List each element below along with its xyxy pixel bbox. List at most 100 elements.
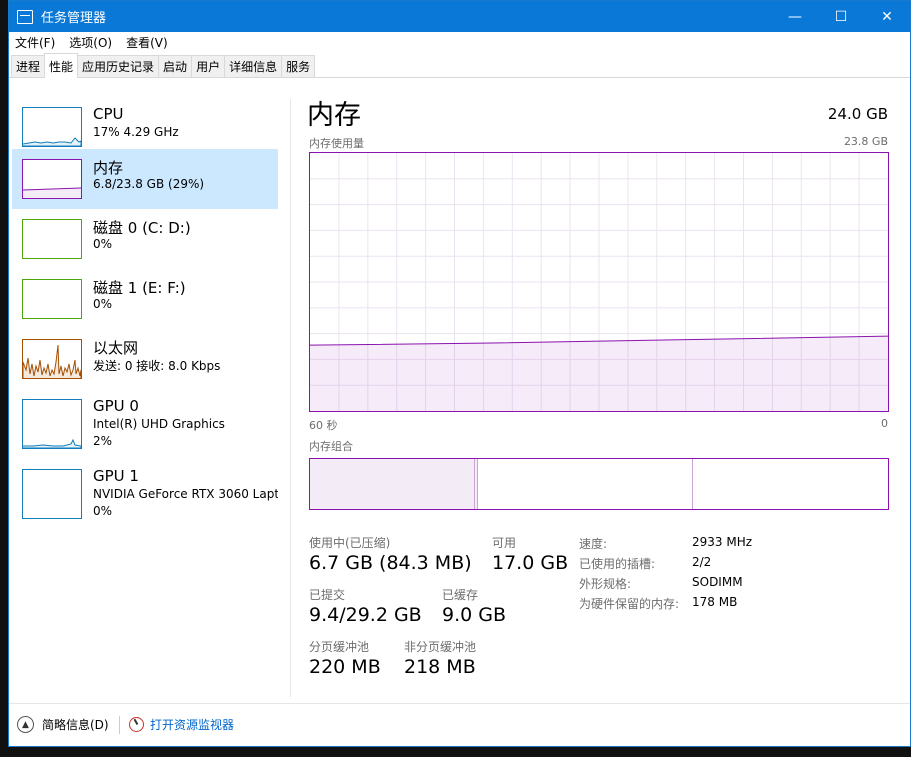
sidebar-item-title: 内存 — [93, 159, 124, 177]
fewer-details-label: 简略信息(D) — [42, 718, 109, 732]
close-button[interactable]: ✕ — [864, 1, 910, 32]
sidebar-item-utilization: 2% — [93, 434, 113, 448]
gpu-0-thumbnail-graph — [22, 399, 82, 449]
memory-usage-max: 23.8 GB — [843, 135, 888, 148]
nonpaged-pool-label: 非分页缓冲池 — [404, 640, 477, 654]
memory-sparkline — [23, 187, 81, 198]
composition-in-use — [310, 459, 475, 509]
footer-bar: ▲ 简略信息(D) 打开资源监视器 — [9, 703, 910, 747]
paged-pool-value: 220 MB — [309, 656, 381, 678]
page-title: 内存 — [307, 100, 361, 131]
sidebar-item-disk-0[interactable]: 磁盘 0 (C: D:) 0% — [12, 209, 278, 269]
sidebar-item-detail: 6.8/23.8 GB (29%) — [93, 177, 205, 191]
tab-app-history[interactable]: 应用历史记录 — [77, 55, 160, 77]
slots-value: 2/2 — [692, 555, 712, 569]
form-factor-label: 外形规格: — [579, 577, 632, 591]
tab-processes[interactable]: 进程 — [11, 55, 46, 77]
sidebar-item-title: 以太网 — [93, 339, 139, 357]
tab-startup[interactable]: 启动 — [158, 55, 193, 77]
memory-composition-label: 内存组合 — [309, 440, 353, 453]
memory-usage-graph — [309, 152, 889, 412]
composition-standby — [478, 459, 693, 509]
available-value: 17.0 GB — [492, 552, 569, 574]
sidebar-item-detail: 0% — [93, 297, 113, 311]
open-resource-monitor-label: 打开资源监视器 — [150, 718, 235, 732]
nonpaged-pool-value: 218 MB — [404, 656, 476, 678]
sidebar-item-title: CPU — [93, 105, 124, 123]
form-factor-value: SODIMM — [692, 575, 743, 589]
cached-label: 已缓存 — [442, 588, 479, 602]
speed-label: 速度: — [579, 537, 608, 551]
disk-1-thumbnail-graph — [22, 279, 82, 319]
tab-users[interactable]: 用户 — [191, 55, 226, 77]
resource-monitor-icon — [129, 717, 144, 732]
title-bar[interactable]: 任务管理器 — ☐ ✕ — [9, 1, 910, 32]
sidebar-item-title: GPU 1 — [93, 467, 139, 485]
ethernet-sparkline — [23, 344, 81, 378]
sidebar-item-detail: NVIDIA GeForce RTX 3060 Laptop — [93, 487, 278, 501]
sidebar-item-ethernet[interactable]: 以太网 发送: 0 接收: 8.0 Kbps — [12, 329, 278, 389]
slots-label: 已使用的插槽: — [579, 557, 656, 571]
paged-pool-label: 分页缓冲池 — [309, 640, 370, 654]
sidebar-item-title: 磁盘 0 (C: D:) — [93, 219, 191, 237]
sidebar-item-gpu-0[interactable]: GPU 0 Intel(R) UHD Graphics 2% — [12, 389, 278, 459]
footer-separator — [119, 716, 120, 734]
chevron-up-icon: ▲ — [17, 716, 34, 733]
tab-services[interactable]: 服务 — [281, 55, 316, 77]
sidebar-item-disk-1[interactable]: 磁盘 1 (E: F:) 0% — [12, 269, 278, 329]
gpu-1-thumbnail-graph — [22, 469, 82, 519]
sidebar-item-detail: Intel(R) UHD Graphics — [93, 417, 225, 431]
memory-composition-bar — [309, 458, 889, 510]
window-controls: — ☐ ✕ — [772, 1, 910, 32]
desktop-background-bottom — [0, 747, 911, 757]
speed-value: 2933 MHz — [692, 535, 753, 549]
gpu-0-sparkline — [23, 438, 81, 448]
sidebar-item-cpu[interactable]: CPU 17% 4.29 GHz — [12, 97, 278, 157]
menu-file[interactable]: 文件(F) — [15, 34, 55, 51]
desktop-background — [0, 0, 8, 757]
available-label: 可用 — [492, 536, 517, 550]
pane-divider[interactable] — [290, 99, 291, 697]
cpu-sparkline — [23, 137, 81, 146]
graph-time-start: 60 秒 — [309, 419, 338, 432]
menu-bar: 文件(F) 选项(O) 查看(V) — [9, 32, 910, 52]
disk-0-thumbnail-graph — [22, 219, 82, 259]
open-resource-monitor-link[interactable]: 打开资源监视器 — [129, 716, 234, 733]
menu-options[interactable]: 选项(O) — [69, 34, 112, 51]
sidebar-item-detail: 17% 4.29 GHz — [93, 125, 179, 139]
tab-performance[interactable]: 性能 — [44, 53, 79, 78]
total-memory: 24.0 GB — [827, 105, 888, 123]
composition-free — [693, 459, 888, 509]
memory-usage-area — [310, 336, 888, 411]
task-manager-window: 任务管理器 — ☐ ✕ 文件(F) 选项(O) 查看(V) 进程 性能 应用历史… — [8, 0, 911, 747]
tab-details[interactable]: 详细信息 — [224, 55, 283, 77]
graph-time-end: 0 — [881, 417, 888, 430]
resource-sidebar: CPU 17% 4.29 GHz 内存 6.8/23.8 GB (29%) 磁盘… — [12, 97, 280, 697]
memory-usage-label: 内存使用量 — [309, 137, 364, 150]
memory-usage-chart — [309, 153, 889, 411]
sidebar-item-detail: 发送: 0 接收: 8.0 Kbps — [93, 359, 221, 373]
sidebar-item-memory[interactable]: 内存 6.8/23.8 GB (29%) — [12, 149, 278, 209]
committed-label: 已提交 — [309, 588, 346, 602]
window-title: 任务管理器 — [41, 11, 107, 26]
hardware-reserved-label: 为硬件保留的内存: — [579, 597, 680, 611]
sidebar-item-utilization: 0% — [93, 504, 113, 518]
in-use-value: 6.7 GB (84.3 MB) — [309, 552, 472, 574]
menu-view[interactable]: 查看(V) — [126, 34, 168, 51]
tab-bar: 进程 性能 应用历史记录 启动 用户 详细信息 服务 — [9, 52, 910, 78]
sidebar-item-detail: 0% — [93, 237, 113, 251]
memory-thumbnail-graph — [22, 159, 82, 199]
minimize-button[interactable]: — — [772, 1, 818, 32]
cached-value: 9.0 GB — [442, 604, 507, 626]
committed-value: 9.4/29.2 GB — [309, 604, 422, 626]
maximize-button[interactable]: ☐ — [818, 1, 864, 32]
hardware-reserved-value: 178 MB — [692, 595, 738, 609]
fewer-details-button[interactable]: ▲ 简略信息(D) — [17, 716, 109, 733]
cpu-thumbnail-graph — [22, 107, 82, 147]
sidebar-item-title: GPU 0 — [93, 397, 139, 415]
in-use-label: 使用中(已压缩) — [309, 536, 391, 550]
sidebar-item-title: 磁盘 1 (E: F:) — [93, 279, 186, 297]
sidebar-item-gpu-1[interactable]: GPU 1 NVIDIA GeForce RTX 3060 Laptop 0% — [12, 459, 278, 529]
ethernet-thumbnail-graph — [22, 339, 82, 379]
task-manager-icon — [17, 9, 33, 24]
